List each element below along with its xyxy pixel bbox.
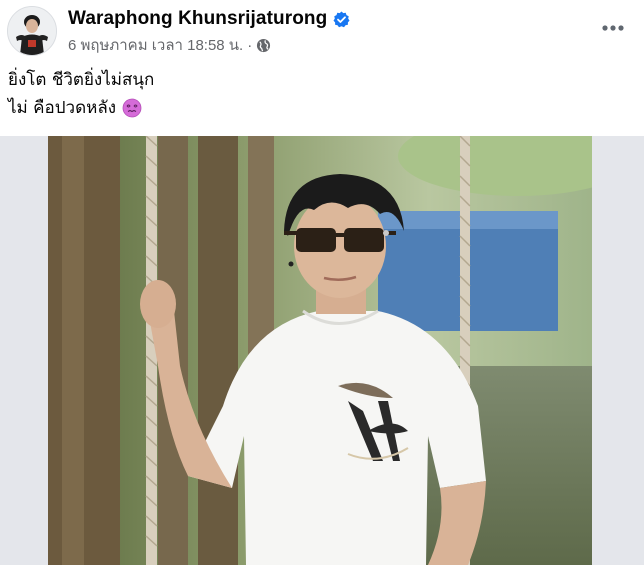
photo-man-on-rope-swing — [48, 136, 592, 565]
post-photo[interactable] — [48, 136, 592, 565]
meta-separator: · — [247, 36, 253, 54]
avatar-image — [8, 7, 56, 55]
post-text: ยิ่งโต ชีวิตยิ่งไม่สนุก ไม่ คือปวดหลัง — [8, 66, 154, 122]
post-meta: 6 พฤษภาคม เวลา 18:58 น. · — [68, 35, 271, 55]
dizzy-face-emoji-icon — [122, 98, 142, 118]
post-text-line-1: ยิ่งโต ชีวิตยิ่งไม่สนุก — [8, 70, 155, 90]
avatar[interactable] — [7, 6, 57, 56]
post-timestamp[interactable]: 6 พฤษภาคม เวลา 18:58 น. — [68, 33, 243, 57]
verified-badge-icon — [333, 11, 350, 28]
post-text-line: ยิ่งโต ชีวิตยิ่งไม่สนุก — [8, 66, 154, 94]
author-line: Waraphong Khunsrijaturong — [68, 6, 350, 32]
more-options-button[interactable] — [598, 14, 628, 42]
globe-icon[interactable] — [256, 38, 271, 53]
more-horizontal-icon — [602, 25, 624, 31]
post-text-line: ไม่ คือปวดหลัง — [8, 94, 154, 122]
author-name[interactable]: Waraphong Khunsrijaturong — [68, 8, 327, 30]
facebook-post: Waraphong Khunsrijaturong 6 พฤษภาคม เวลา… — [0, 0, 644, 565]
post-text-line-2: ไม่ คือปวดหลัง — [8, 98, 117, 118]
